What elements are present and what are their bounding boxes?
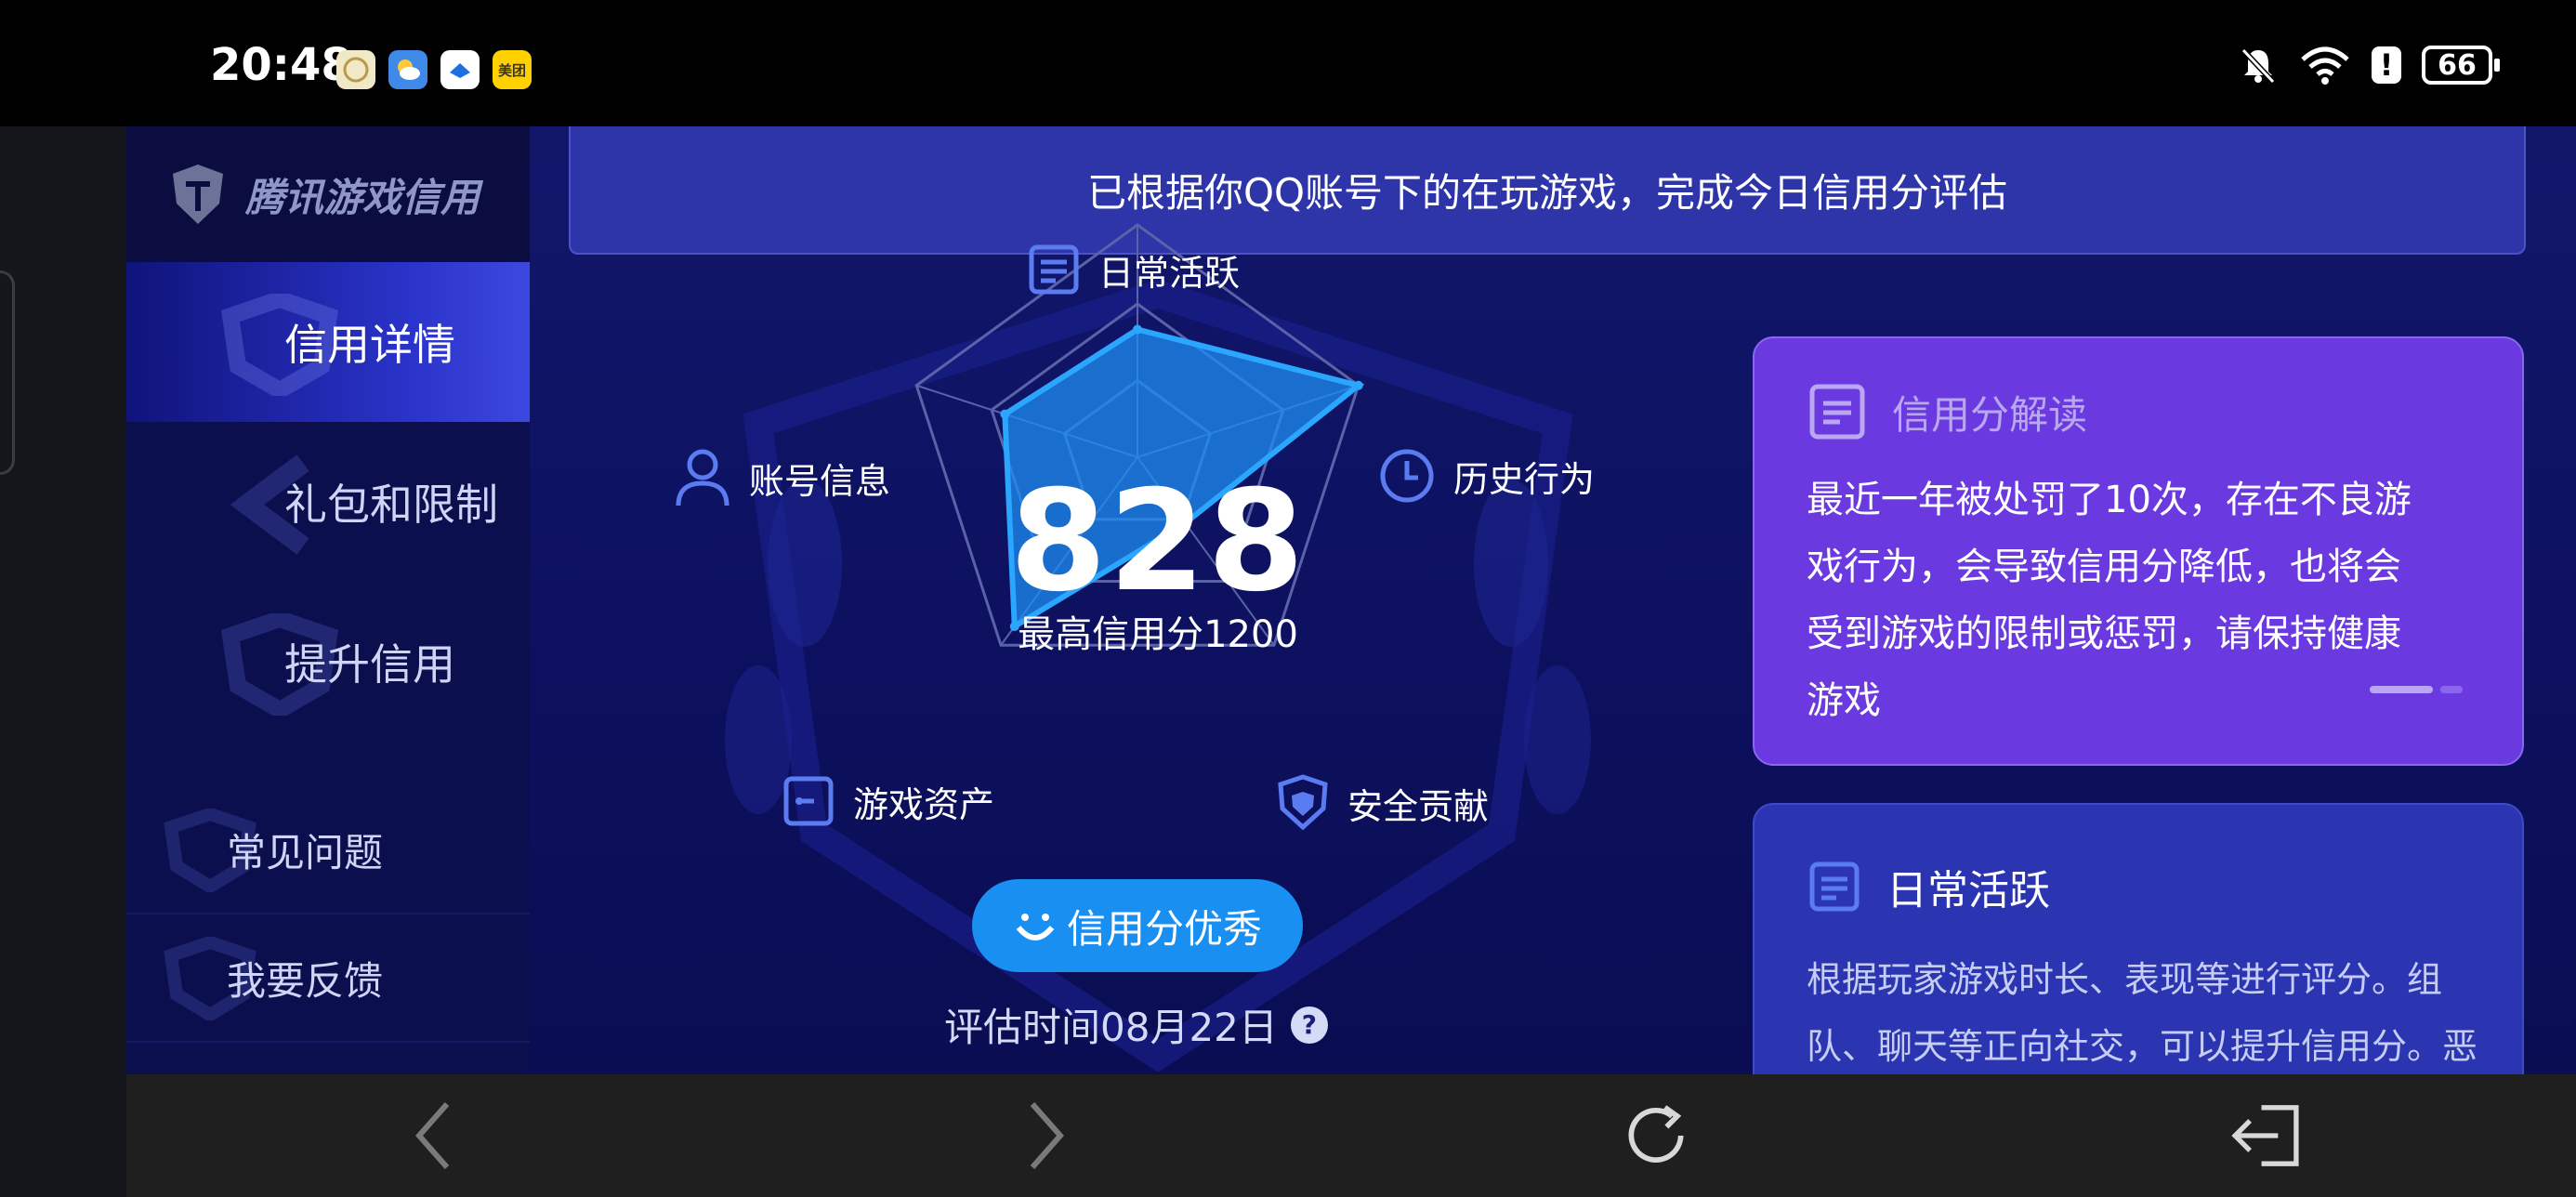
card-line: 游戏: [1807, 679, 1881, 722]
shield-icon: [1278, 774, 1328, 831]
forward-button[interactable]: [1009, 1098, 1084, 1173]
card-line: 最近一年被处罚了10次，存在不良游: [1807, 479, 2412, 521]
wifi-icon: [2301, 46, 2349, 85]
card-header: 信用分解读: [1807, 381, 2470, 442]
axis-label-game-assets: 游戏资产: [781, 773, 994, 829]
app-content: 腾讯游戏信用 信用详情 礼包和限制 提升信用 常见问题 我要反馈 已根据你QQ账…: [126, 126, 2576, 1074]
chevron-left-icon: [414, 1102, 450, 1169]
chevron-right-icon: [1030, 1102, 1065, 1169]
card-body: 根据玩家游戏时长、表现等进行评分。组 队、聊天等正向社交，可以提升信用分。恶: [1807, 946, 2478, 1074]
carousel-indicator: [2370, 686, 2463, 693]
clock-icon: [1380, 449, 1434, 503]
card-title: 信用分解读: [1892, 391, 2088, 438]
battery-icon: 66: [2422, 46, 2500, 85]
user-icon: [676, 449, 729, 506]
radar-point-1: [1353, 380, 1363, 390]
axis-label-security: 安全贡献: [1275, 773, 1489, 833]
credit-score: 828: [1009, 461, 1307, 623]
axis-label-text: 账号信息: [749, 460, 891, 502]
radar-point-0: [1133, 324, 1142, 335]
card-body: 最近一年被处罚了10次，存在不良游 戏行为，会导致信用分降低，也将会 受到游戏的…: [1807, 467, 2470, 734]
help-icon[interactable]: ?: [1290, 1006, 1328, 1044]
card-line: 队、聊天等正向社交，可以提升信用分。恶: [1807, 1026, 2478, 1067]
evaluation-time: 评估时间08月22日 ?: [944, 996, 1353, 1053]
axis-label-account-info: 账号信息: [673, 446, 890, 509]
edge-handle[interactable]: [0, 270, 15, 475]
card-title: 日常活跃: [1886, 867, 2050, 914]
exit-button[interactable]: [2228, 1098, 2303, 1173]
radar-point-4: [1000, 409, 1010, 419]
meituan-label: 美团: [497, 61, 526, 79]
refresh-icon: [1628, 1105, 1684, 1163]
axis-label-text: 安全贡献: [1347, 785, 1490, 827]
meituan-icon: 美团: [493, 50, 532, 89]
card-line: 戏行为，会导致信用分降低，也将会: [1807, 546, 2401, 588]
card-line: 根据玩家游戏时长、表现等进行评分。组: [1807, 959, 2443, 1000]
battery-level: 66: [2438, 48, 2477, 82]
credit-interpretation-card: 信用分解读 最近一年被处罚了10次，存在不良游 戏行为，会导致信用分降低，也将会…: [1753, 336, 2524, 766]
axis-label-daily-activity: 日常活跃: [1026, 242, 1240, 297]
card-line: 受到游戏的限制或惩罚，请保持健康: [1807, 612, 2401, 655]
status-bar: 20:48 美团 ! 66: [0, 0, 2576, 126]
alert-icon: !: [2372, 46, 2401, 84]
daily-activity-card: 日常活跃 根据玩家游戏时长、表现等进行评分。组 队、聊天等正向社交，可以提升信用…: [1753, 803, 2524, 1074]
back-button[interactable]: [396, 1098, 470, 1173]
status-right-icons: ! 66: [2238, 45, 2500, 86]
axis-label-text: 历史行为: [1453, 458, 1596, 500]
smile-icon: [1016, 914, 1055, 940]
exit-icon: [2231, 1105, 2299, 1166]
left-edge: [0, 126, 126, 1197]
max-score-label: 最高信用分1200: [1018, 613, 1298, 656]
mute-icon: [2241, 47, 2276, 85]
axis-label-text: 日常活跃: [1098, 252, 1241, 294]
app-icon-1: [336, 50, 375, 89]
badge-label: 信用分优秀: [1066, 905, 1262, 952]
axis-label-history: 历史行为: [1377, 446, 1595, 506]
refresh-button[interactable]: [1619, 1098, 1693, 1173]
asset-icon: [783, 776, 834, 826]
credit-rating-badge: 信用分优秀: [972, 879, 1303, 972]
weather-icon: [388, 50, 427, 89]
status-app-icons: 美团: [336, 50, 532, 89]
card-header: 日常活跃: [1807, 857, 2470, 916]
browser-bottom-bar: [126, 1074, 2576, 1197]
document-icon: [1809, 384, 1865, 440]
document-icon: [1809, 862, 1860, 912]
evaluation-time-text: 评估时间08月22日: [944, 1005, 1278, 1050]
status-time: 20:48: [210, 39, 352, 91]
axis-label-text: 游戏资产: [853, 783, 995, 825]
document-icon: [1029, 244, 1079, 295]
app-icon-3: [440, 50, 480, 89]
